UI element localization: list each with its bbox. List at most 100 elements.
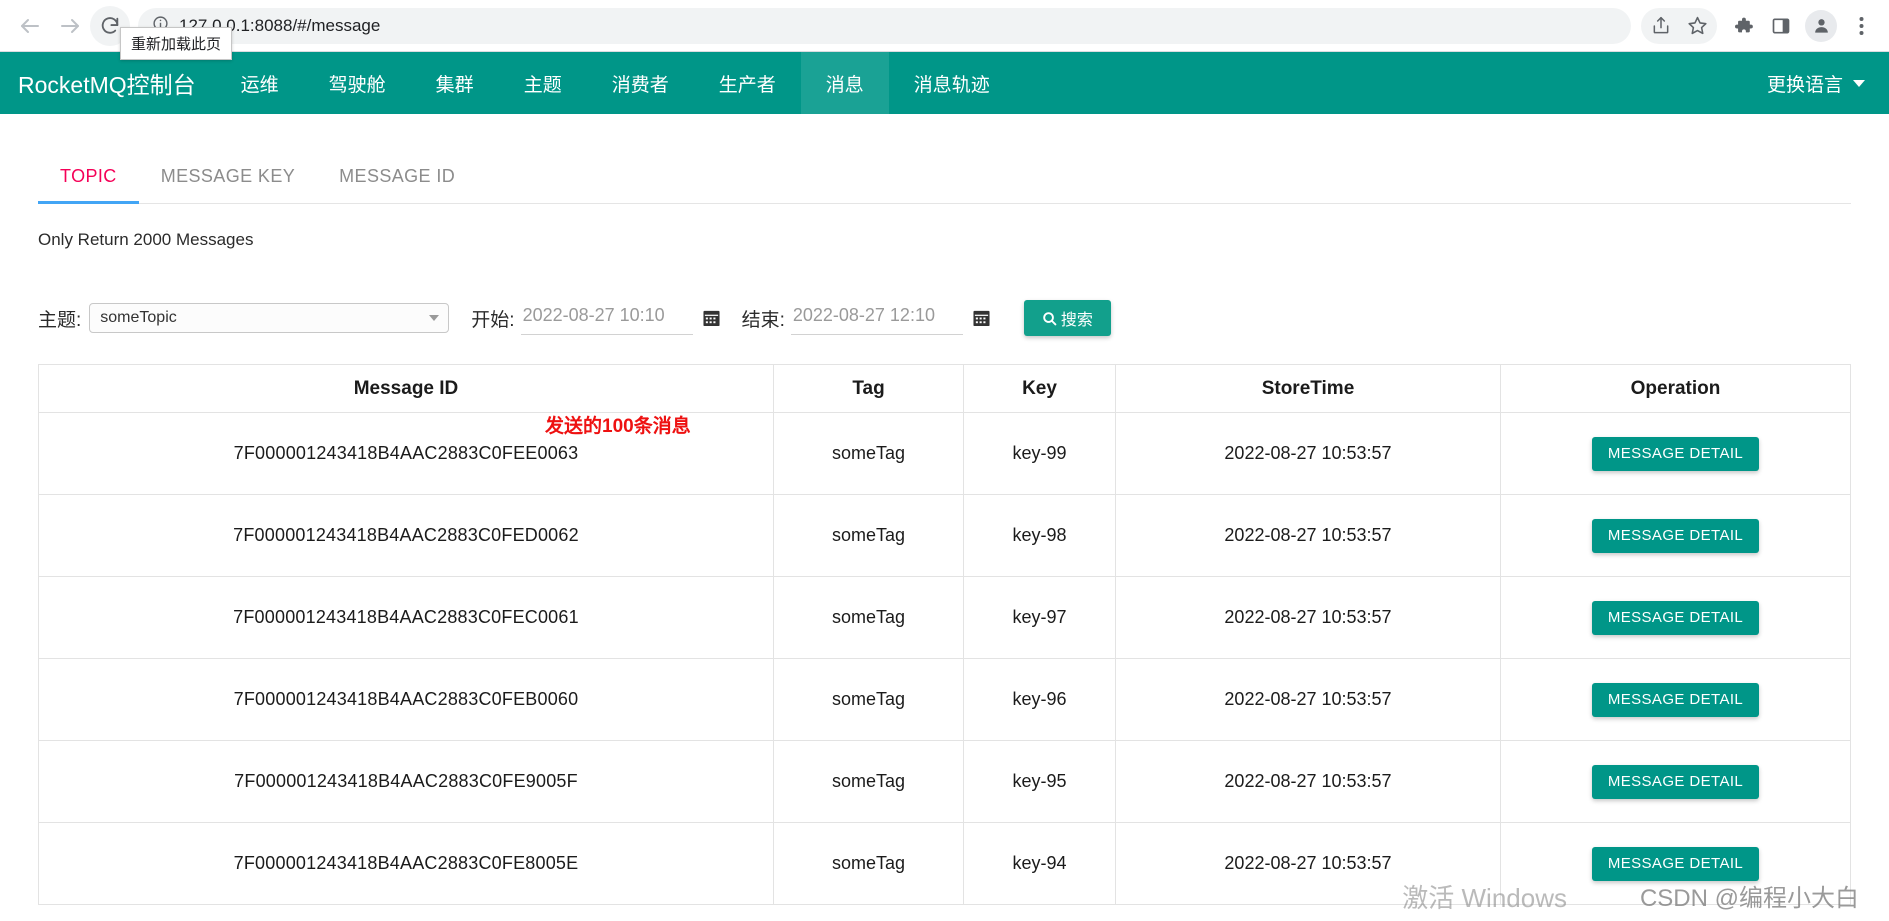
table-body: 7F000001243418B4AAC2883C0FEE0063 someTag… bbox=[38, 412, 1851, 905]
table-row: 7F000001243418B4AAC2883C0FEC0061 someTag… bbox=[38, 576, 1851, 659]
browser-back-button[interactable] bbox=[10, 6, 50, 46]
profile-avatar-icon[interactable] bbox=[1805, 9, 1837, 42]
cell-message-id: 7F000001243418B4AAC2883C0FED0062 bbox=[38, 494, 774, 577]
search-button[interactable]: 搜索 bbox=[1023, 300, 1111, 336]
nav-menu: 运维 驾驶舱 集群 主题 消费者 生产者 消息 消息轨迹 bbox=[216, 52, 1015, 114]
message-detail-button[interactable]: MESSAGE DETAIL bbox=[1591, 436, 1760, 471]
chevron-down-icon bbox=[429, 315, 440, 321]
cell-tag: someTag bbox=[773, 576, 964, 659]
cell-message-id: 7F000001243418B4AAC2883C0FE8005E bbox=[38, 822, 774, 905]
cell-operation: MESSAGE DETAIL bbox=[1500, 494, 1851, 577]
nav-item-message-trace[interactable]: 消息轨迹 bbox=[889, 52, 1015, 114]
table-row: 7F000001243418B4AAC2883C0FED0062 someTag… bbox=[38, 494, 1851, 577]
browser-toolbar: 127.0.0.1:8088/#/message 重新加载此页 bbox=[0, 0, 1889, 60]
message-search-form: 主题: someTopic 开始: 结束: bbox=[38, 294, 1851, 342]
column-header-key: Key bbox=[963, 364, 1116, 413]
side-panel-icon[interactable] bbox=[1763, 8, 1799, 44]
app-brand[interactable]: RocketMQ控制台 bbox=[0, 52, 216, 114]
cell-key: key-99 bbox=[963, 412, 1116, 495]
cell-tag: someTag bbox=[773, 494, 964, 577]
reload-tooltip: 重新加载此页 bbox=[120, 27, 233, 60]
begin-time-label: 开始: bbox=[471, 309, 515, 331]
browser-action-icons bbox=[1641, 7, 1879, 44]
nav-item-dashboard[interactable]: 驾驶舱 bbox=[304, 52, 411, 114]
search-icon bbox=[1043, 311, 1057, 325]
cell-message-id: 7F000001243418B4AAC2883C0FEB0060 bbox=[38, 658, 774, 741]
nav-item-message[interactable]: 消息 bbox=[800, 52, 889, 114]
cell-key: key-97 bbox=[963, 576, 1116, 659]
message-table-container: Message ID Tag Key StoreTime Operation 7… bbox=[38, 364, 1851, 905]
arrow-left-icon bbox=[21, 18, 39, 33]
arrow-right-icon bbox=[61, 18, 79, 33]
topic-select[interactable]: someTopic bbox=[89, 303, 450, 333]
table-row: 7F000001243418B4AAC2883C0FE9005F someTag… bbox=[38, 740, 1851, 823]
cell-key: key-94 bbox=[963, 822, 1116, 905]
column-header-message-id: Message ID bbox=[38, 364, 774, 413]
cell-operation: MESSAGE DETAIL bbox=[1500, 740, 1851, 823]
nav-item-producer[interactable]: 生产者 bbox=[694, 52, 801, 114]
reload-icon bbox=[101, 16, 119, 34]
address-bar[interactable]: 127.0.0.1:8088/#/message bbox=[138, 7, 1631, 44]
cell-operation: MESSAGE DETAIL bbox=[1500, 822, 1851, 905]
language-switcher-label: 更换语言 bbox=[1766, 74, 1843, 96]
end-time-label: 结束: bbox=[741, 309, 785, 331]
search-button-label: 搜索 bbox=[1060, 312, 1093, 329]
begin-time-input[interactable] bbox=[520, 301, 693, 335]
message-detail-button[interactable]: MESSAGE DETAIL bbox=[1591, 846, 1760, 881]
column-header-tag: Tag bbox=[773, 364, 964, 413]
annotation-sent-messages: 发送的100条消息 bbox=[545, 416, 691, 437]
table-row: 7F000001243418B4AAC2883C0FEE0063 someTag… bbox=[38, 412, 1851, 495]
page-content: TOPIC MESSAGE KEY MESSAGE ID Only Return… bbox=[0, 114, 1889, 921]
column-header-operation: Operation bbox=[1500, 364, 1851, 413]
table-row: 7F000001243418B4AAC2883C0FE8005E someTag… bbox=[38, 822, 1851, 905]
message-detail-button[interactable]: MESSAGE DETAIL bbox=[1591, 682, 1760, 717]
column-header-store-time: StoreTime bbox=[1115, 364, 1501, 413]
calendar-icon[interactable] bbox=[973, 309, 990, 327]
cell-message-id: 7F000001243418B4AAC2883C0FEC0061 bbox=[38, 576, 774, 659]
table-row: 7F000001243418B4AAC2883C0FEB0060 someTag… bbox=[38, 658, 1851, 741]
message-detail-button[interactable]: MESSAGE DETAIL bbox=[1591, 764, 1760, 799]
nav-item-cluster[interactable]: 集群 bbox=[411, 52, 499, 114]
cell-key: key-96 bbox=[963, 658, 1116, 741]
result-limit-notice: Only Return 2000 Messages bbox=[38, 230, 254, 249]
language-switcher[interactable]: 更换语言 bbox=[1743, 52, 1889, 114]
cell-store-time: 2022-08-27 10:53:57 bbox=[1115, 576, 1501, 659]
cell-tag: someTag bbox=[773, 412, 964, 495]
cell-tag: someTag bbox=[773, 822, 964, 905]
nav-item-consumer[interactable]: 消费者 bbox=[587, 52, 694, 114]
tab-message-id[interactable]: MESSAGE ID bbox=[317, 166, 477, 203]
cell-key: key-98 bbox=[963, 494, 1116, 577]
topic-label: 主题: bbox=[38, 309, 82, 331]
extensions-puzzle-icon[interactable] bbox=[1725, 8, 1761, 44]
cell-store-time: 2022-08-27 10:53:57 bbox=[1115, 494, 1501, 577]
cell-tag: someTag bbox=[773, 658, 964, 741]
app-navbar: RocketMQ控制台 运维 驾驶舱 集群 主题 消费者 生产者 消息 消息轨迹… bbox=[0, 52, 1889, 114]
message-detail-button[interactable]: MESSAGE DETAIL bbox=[1591, 600, 1760, 635]
cell-store-time: 2022-08-27 10:53:57 bbox=[1115, 412, 1501, 495]
cell-operation: MESSAGE DETAIL bbox=[1500, 658, 1851, 741]
table-head: Message ID Tag Key StoreTime Operation bbox=[38, 364, 1851, 413]
omnibox-action-pill bbox=[1641, 7, 1717, 44]
nav-item-topic[interactable]: 主题 bbox=[499, 52, 587, 114]
cell-operation: MESSAGE DETAIL bbox=[1500, 412, 1851, 495]
message-detail-button[interactable]: MESSAGE DETAIL bbox=[1591, 518, 1760, 553]
table-header-row: Message ID Tag Key StoreTime Operation bbox=[38, 364, 1851, 413]
end-time-input[interactable] bbox=[790, 301, 963, 335]
cell-store-time: 2022-08-27 10:53:57 bbox=[1115, 822, 1501, 905]
message-table: Message ID Tag Key StoreTime Operation 7… bbox=[38, 364, 1851, 905]
topic-select-value: someTopic bbox=[100, 309, 177, 326]
tab-message-key[interactable]: MESSAGE KEY bbox=[139, 166, 317, 203]
browser-forward-button[interactable] bbox=[50, 6, 90, 46]
cell-store-time: 2022-08-27 10:53:57 bbox=[1115, 740, 1501, 823]
nav-item-ops[interactable]: 运维 bbox=[216, 52, 304, 114]
chrome-menu-icon[interactable] bbox=[1843, 8, 1879, 44]
cell-store-time: 2022-08-27 10:53:57 bbox=[1115, 658, 1501, 741]
cell-message-id: 7F000001243418B4AAC2883C0FE9005F bbox=[38, 740, 774, 823]
share-icon[interactable] bbox=[1643, 8, 1679, 44]
chevron-down-icon bbox=[1853, 79, 1865, 87]
tab-topic[interactable]: TOPIC bbox=[38, 166, 139, 204]
search-mode-tabs: TOPIC MESSAGE KEY MESSAGE ID bbox=[38, 144, 1851, 204]
calendar-icon[interactable] bbox=[703, 309, 720, 327]
cell-tag: someTag bbox=[773, 740, 964, 823]
bookmark-star-icon[interactable] bbox=[1679, 8, 1715, 44]
